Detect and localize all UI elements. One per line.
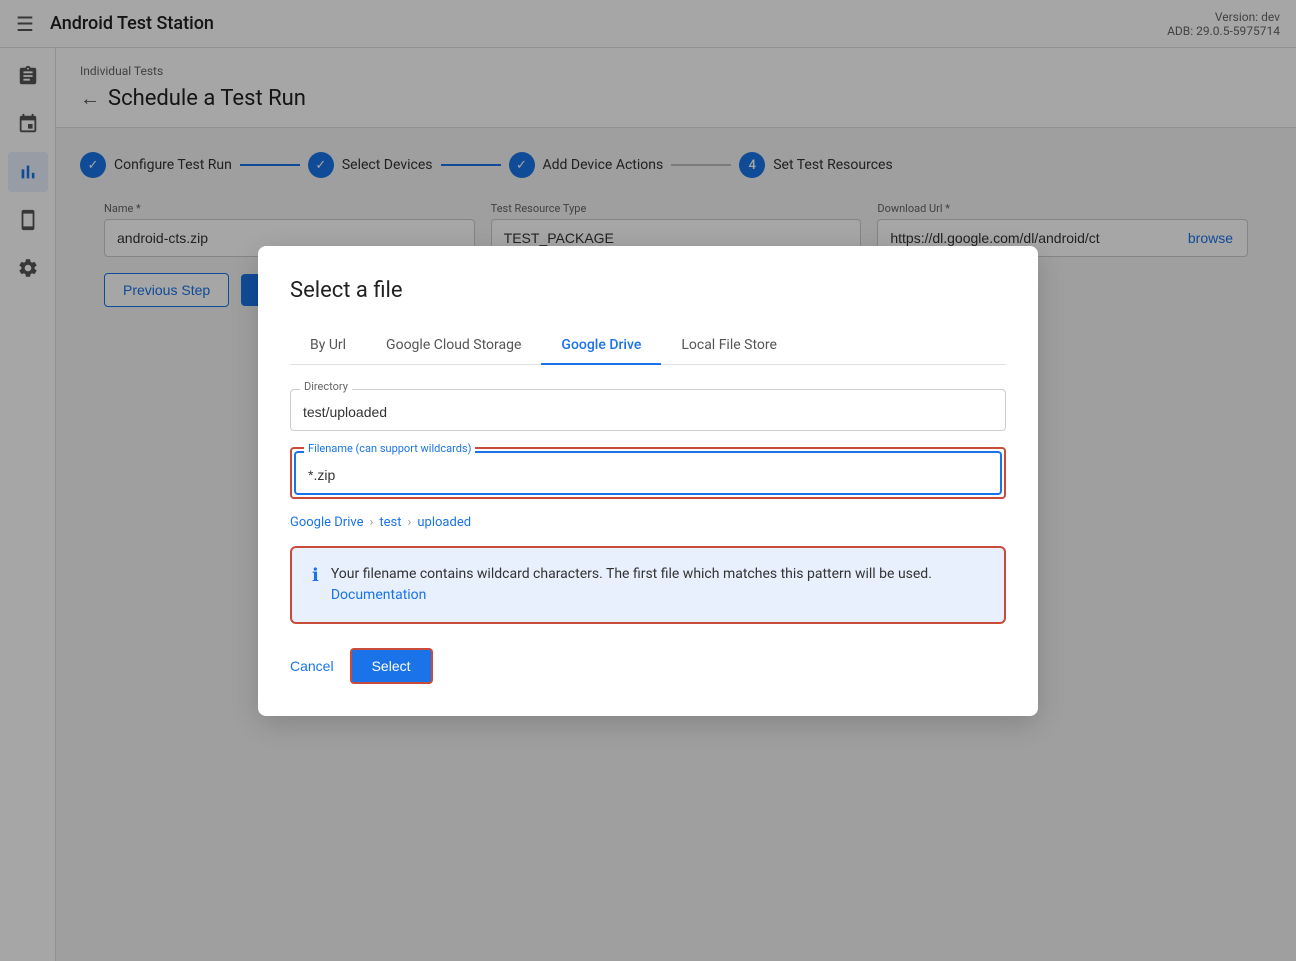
dialog-title: Select a file [290,278,1006,303]
dialog-actions: Cancel Select [290,648,1006,684]
filename-input[interactable] [294,451,1002,495]
info-icon: ℹ [312,565,319,586]
tab-google-drive[interactable]: Google Drive [541,327,661,365]
tab-by-url[interactable]: By Url [290,327,366,365]
info-box: ℹ Your filename contains wildcard charac… [290,546,1006,624]
modal-overlay[interactable]: Select a file By Url Google Cloud Storag… [0,0,1296,961]
filename-label: Filename (can support wildcards) [304,442,475,455]
tab-local-file-store[interactable]: Local File Store [661,327,797,365]
path-uploaded[interactable]: uploaded [417,515,471,530]
dialog-select-button[interactable]: Select [350,648,433,684]
directory-field: Directory [290,389,1006,431]
dialog-tabs: By Url Google Cloud Storage Google Drive… [290,327,1006,365]
directory-label: Directory [300,380,352,393]
filename-field-outer: Filename (can support wildcards) [290,447,1006,499]
path-sep-1: › [369,515,373,530]
path-row: Google Drive › test › uploaded [290,515,1006,530]
filename-field: Filename (can support wildcards) [294,451,1002,495]
path-test[interactable]: test [379,515,401,530]
path-sep-2: › [407,515,411,530]
select-file-dialog: Select a file By Url Google Cloud Storag… [258,246,1038,716]
path-google-drive[interactable]: Google Drive [290,515,363,530]
dialog-cancel-button[interactable]: Cancel [290,658,334,674]
directory-input[interactable] [290,389,1006,431]
info-text: Your filename contains wildcard characte… [331,564,984,606]
tab-gcs[interactable]: Google Cloud Storage [366,327,541,365]
documentation-link[interactable]: Documentation [331,587,427,603]
